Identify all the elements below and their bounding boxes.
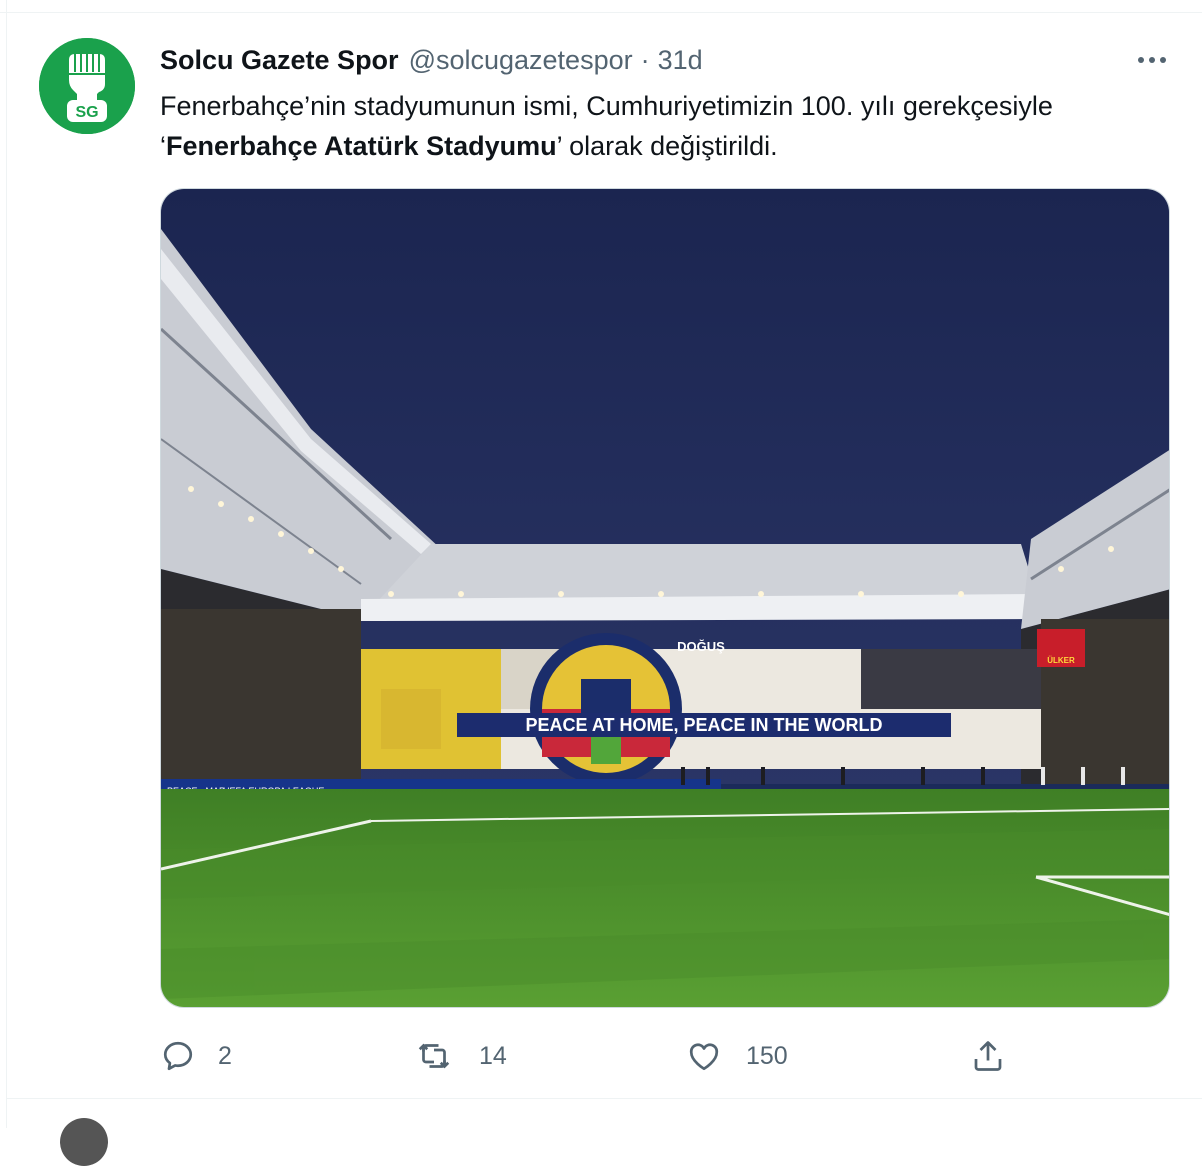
svg-text:SG: SG <box>75 104 98 121</box>
more-button[interactable] <box>1132 44 1172 76</box>
retweet-button[interactable]: 14 <box>415 1030 507 1082</box>
retweet-icon <box>418 1043 450 1069</box>
reply-button[interactable]: 2 <box>160 1030 232 1082</box>
share-icon <box>974 1041 1002 1071</box>
tweet-header: Solcu Gazete Spor @solcugazetespor · 31d <box>160 42 703 78</box>
stand-logo-ulker: ÜLKER <box>1047 656 1075 665</box>
share-button[interactable] <box>970 1030 1006 1082</box>
stand-logo-dogus: DOĞUŞ <box>677 639 725 654</box>
tweet-text-part2: ’ olarak değiştirildi. <box>556 131 778 161</box>
raised-fist-logo-icon: SG <box>39 38 135 134</box>
user-handle[interactable]: @solcugazetespor <box>409 45 633 76</box>
tweet-divider <box>6 1098 1202 1099</box>
reply-count: 2 <box>218 1041 232 1070</box>
heart-icon <box>689 1043 719 1071</box>
reply-icon <box>163 1041 193 1071</box>
display-name[interactable]: Solcu Gazete Spor <box>160 45 399 76</box>
banner-text: PEACE AT HOME, PEACE IN THE WORLD <box>525 715 882 735</box>
tweet-photo[interactable]: PEACE AT HOME, PEACE IN THE WORLD DOĞUŞ … <box>160 188 1170 1008</box>
stadium-photo: PEACE AT HOME, PEACE IN THE WORLD DOĞUŞ … <box>161 189 1169 1007</box>
retweet-count: 14 <box>479 1041 507 1070</box>
like-button[interactable]: 150 <box>686 1030 788 1082</box>
separator-dot: · <box>640 44 650 75</box>
tweet-text: Fenerbahçe’nin stadyumunun ismi, Cumhuri… <box>160 86 1170 166</box>
more-icon <box>1138 57 1166 63</box>
like-count: 150 <box>746 1041 788 1070</box>
timeline-left-border <box>6 0 7 1128</box>
tweet-text-bold: Fenerbahçe Atatürk Stadyumu <box>166 131 557 161</box>
tweet-actions: 2 14 150 <box>0 1030 1202 1082</box>
avatar[interactable]: SG <box>39 38 135 134</box>
next-tweet-avatar[interactable] <box>60 1118 108 1166</box>
timeline-top-border <box>0 12 1202 13</box>
timestamp[interactable]: 31d <box>658 45 703 76</box>
